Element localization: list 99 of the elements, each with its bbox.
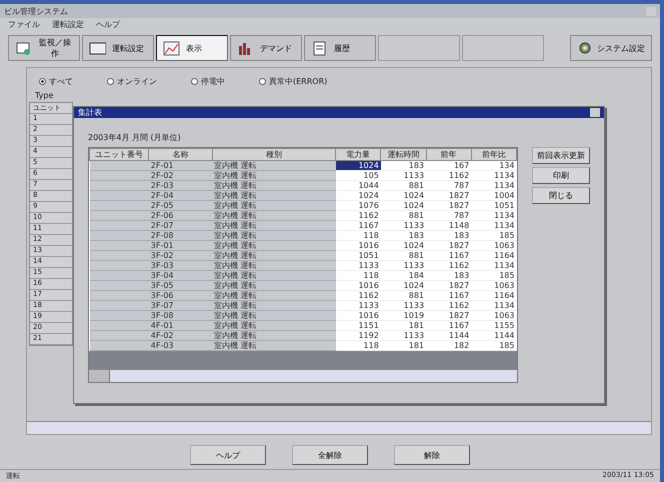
table-cell: 1155 [471, 320, 516, 330]
table-cell: 1162 [426, 170, 472, 180]
monitor-icon [15, 40, 31, 56]
table-cell: 室内機 運転 [212, 340, 336, 350]
table-cell: 室内機 運転 [212, 160, 336, 170]
table-cell: 室内機 運転 [212, 330, 336, 340]
empty-toolbar-button[interactable] [378, 35, 460, 61]
menu-item[interactable]: ファイル [8, 19, 40, 30]
table-cell: 1063 [471, 240, 516, 250]
menu-item[interactable]: ヘルプ [96, 19, 120, 30]
table-cell: 1134 [471, 180, 516, 190]
table-cell: 134 [471, 160, 516, 170]
table-cell: 室内機 運転 [212, 170, 336, 180]
list-label: Type [34, 90, 54, 102]
table-cell: 1827 [426, 190, 472, 200]
horizontal-scrollbar[interactable] [89, 369, 517, 382]
table-cell: 室内機 運転 [212, 310, 336, 320]
column-header[interactable]: 前年 [426, 148, 472, 160]
dialog-button[interactable]: 前回表示更新 [532, 147, 590, 164]
column-header[interactable]: 名称 [148, 148, 212, 160]
table-cell: 1827 [426, 240, 472, 250]
table-cell: 182 [426, 340, 472, 350]
table-cell: 787 [426, 210, 472, 220]
table-cell: 1051 [471, 200, 516, 210]
empty-toolbar-button[interactable] [462, 35, 544, 61]
radio-button[interactable] [107, 78, 114, 85]
radio-label: すべて [49, 76, 73, 87]
radio-button[interactable] [191, 78, 198, 85]
table-cell: 787 [426, 180, 472, 190]
radio-label: オンライン [117, 76, 157, 87]
table-cell: 1164 [471, 250, 516, 260]
table-cell: 183 [426, 230, 472, 240]
table-cell: 室内機 運転 [212, 220, 336, 230]
table-cell: 1148 [426, 220, 472, 230]
table-cell: 185 [471, 270, 516, 280]
table-cell: 室内機 運転 [212, 300, 336, 310]
horizontal-scrollbar[interactable] [27, 421, 651, 434]
column-header[interactable]: 電力量 [336, 148, 381, 160]
table-cell: 1827 [426, 310, 472, 320]
table-cell: 185 [471, 230, 516, 240]
toolbar-tab[interactable]: デマンド [230, 35, 302, 61]
column-header[interactable]: 運転時間 [380, 148, 426, 160]
table-cell: 1144 [471, 330, 516, 340]
column-header[interactable]: ユニット番号 [90, 148, 149, 160]
window-title: ビル管理システム [4, 6, 68, 16]
column-header[interactable]: 種別 [212, 148, 336, 160]
toolbar-tab[interactable]: 表示 [156, 35, 228, 61]
table-cell: 室内機 運転 [212, 250, 336, 260]
dialog-button[interactable]: 印刷 [532, 167, 590, 184]
system-settings-button[interactable]: システム設定 [570, 35, 652, 61]
radio-button[interactable] [39, 78, 46, 85]
radio-button[interactable] [259, 78, 266, 85]
toolbar-tab[interactable]: 履歴 [304, 35, 376, 61]
table-cell: 1063 [471, 310, 516, 320]
document-icon [311, 40, 328, 56]
table-cell: 1134 [471, 220, 516, 230]
table-cell: 167 [426, 160, 472, 170]
column-header[interactable]: 前年比 [471, 148, 516, 160]
table-cell: 1164 [471, 290, 516, 300]
chart-icon [163, 40, 180, 56]
radio-label: 異常中(ERROR) [269, 76, 328, 87]
table-cell: 室内機 運転 [212, 230, 336, 240]
footer-button[interactable]: ヘルプ [190, 445, 266, 465]
table-cell: 1827 [426, 200, 472, 210]
table-cell: 1063 [471, 280, 516, 290]
table-cell: 1004 [471, 190, 516, 200]
table-cell: 室内機 運転 [212, 210, 336, 220]
toolbar-tab[interactable]: 運転設定 [82, 35, 154, 61]
table-caption: 2003年4月 月間 (月単位) [87, 132, 182, 144]
table-cell: 1167 [426, 250, 472, 260]
table-cell: 185 [471, 340, 516, 350]
table-cell: 1134 [471, 170, 516, 180]
table-cell: 1167 [426, 290, 472, 300]
table-cell: 1144 [426, 330, 472, 340]
table-cell: 183 [426, 270, 472, 280]
footer-button[interactable]: 解除 [394, 445, 470, 465]
table-cell: 1167 [426, 320, 472, 330]
table-cell: 1134 [471, 260, 516, 270]
menu-item[interactable]: 運転設定 [52, 19, 84, 30]
table-cell: 1162 [426, 260, 472, 270]
window-icon [89, 40, 106, 56]
table-cell: 1134 [471, 300, 516, 310]
table-cell: 室内機 運転 [212, 290, 336, 300]
table-cell: 室内機 運転 [212, 260, 336, 270]
table-cell: 室内機 運転 [212, 190, 336, 200]
dialog-title: 集計表 [78, 107, 102, 118]
dialog-button[interactable]: 閉じる [532, 187, 590, 204]
table-cell: 室内機 運転 [212, 270, 336, 280]
table-cell: 室内機 運転 [212, 280, 336, 290]
footer-button[interactable]: 全解除 [292, 445, 368, 465]
table-cell: 室内機 運転 [212, 320, 336, 330]
table-cell: 1162 [426, 300, 472, 310]
table-cell: 室内機 運転 [212, 240, 336, 250]
table-cell: 1134 [471, 210, 516, 220]
table-cell: 室内機 運転 [212, 180, 336, 190]
table-cell: 室内機 運転 [212, 200, 336, 210]
radio-label: 停電中 [201, 76, 225, 87]
table-cell: 1827 [426, 280, 472, 290]
toolbar-tab[interactable]: 監視／操作 [8, 35, 80, 61]
